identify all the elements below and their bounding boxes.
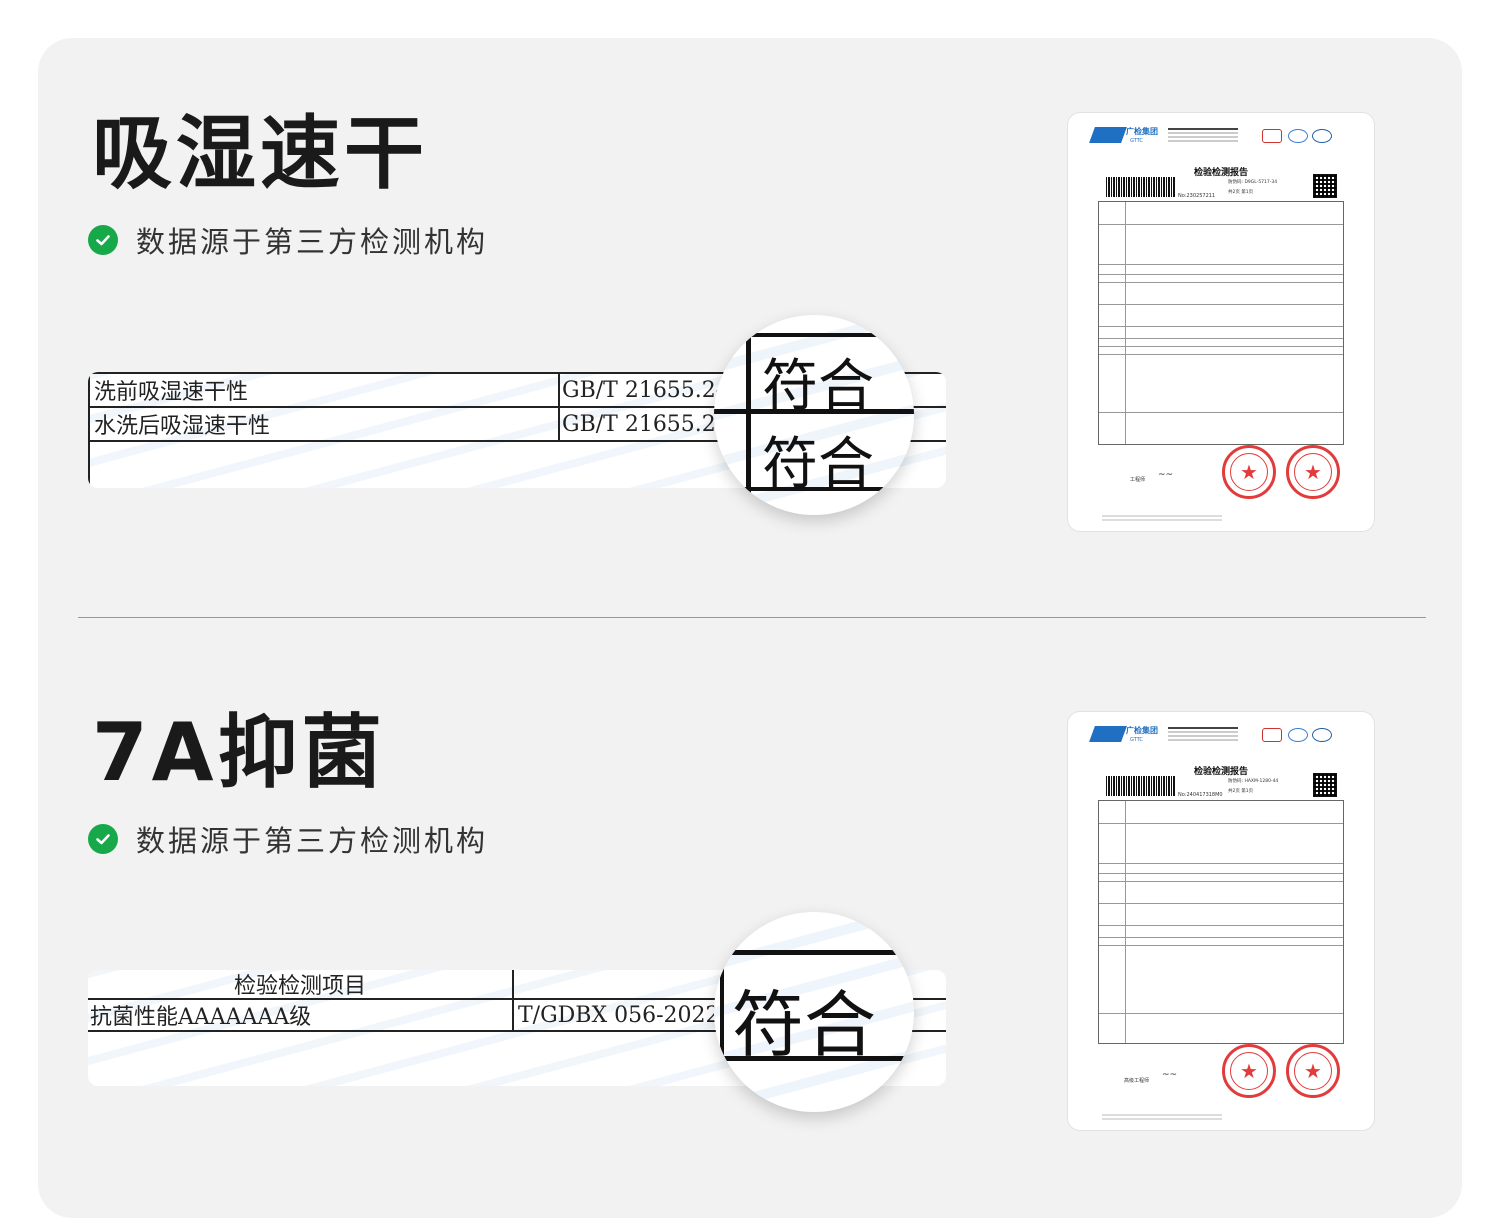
ilac-badge-icon: [1288, 129, 1308, 143]
gttc-logo-icon: [1089, 127, 1127, 143]
cert-number: No:230257211: [1178, 193, 1216, 199]
test-item: 洗前吸湿速干性: [94, 380, 249, 405]
signature: ~~: [1162, 1070, 1178, 1080]
cert-page: 共2页 第1页: [1228, 789, 1254, 794]
section-divider: [78, 617, 1426, 618]
barcode-icon: [1106, 776, 1176, 796]
result-text: 符合: [762, 432, 874, 497]
test-item: 水洗后吸湿速干性: [94, 414, 271, 439]
cert-anti-fake: 防伪码: D9GL-5717-34: [1228, 180, 1278, 185]
barcode-icon: [1106, 177, 1176, 197]
magnified-result: 符合 符合: [714, 315, 914, 515]
cert-org-lines: [1168, 128, 1238, 130]
header-item: 检验检测项目: [233, 974, 366, 998]
cert-org-lines: [1168, 727, 1238, 729]
cert-anti-fake: 防伪码: HAXM-1280-44: [1228, 779, 1279, 784]
red-star-seal-icon: ★: [1286, 445, 1340, 499]
cma-badge-icon: [1262, 728, 1282, 742]
cert-footer: [1102, 515, 1222, 517]
test-item: 抗菌性能AAAAAAA级: [90, 1005, 312, 1030]
gttc-logo-icon: [1089, 726, 1127, 742]
cert-brand-sub: GTTC: [1130, 737, 1143, 743]
ilac-badge-icon: [1288, 728, 1308, 742]
qr-code-icon: [1313, 174, 1337, 198]
cnas-badge-icon: [1312, 728, 1332, 742]
cert-brand: 广检集团: [1126, 726, 1158, 735]
cnas-badge-icon: [1312, 129, 1332, 143]
magnified-result: 符合: [714, 912, 914, 1112]
cert-page: 共2页 第1页: [1228, 190, 1254, 195]
red-star-seal-icon: ★: [1222, 445, 1276, 499]
source-note: 数据源于第三方检测机构: [88, 818, 488, 860]
test-report-thumbnail[interactable]: 广检集团 GTTC 检验检测报告 No:230257211 防伪码: D9GL-…: [1068, 113, 1374, 531]
source-text: 数据源于第三方检测机构: [136, 225, 489, 259]
signature: ~~: [1158, 470, 1174, 480]
test-report-thumbnail[interactable]: 广检集团 GTTC 检验检测报告 No:240417318M0 防伪码: HAX…: [1068, 712, 1374, 1130]
red-star-seal-icon: ★: [1286, 1044, 1340, 1098]
source-note: 数据源于第三方检测机构: [88, 219, 488, 261]
cert-brand-sub: GTTC: [1130, 138, 1143, 144]
cert-number: No:240417318M0: [1178, 792, 1223, 798]
check-circle-icon: [88, 824, 118, 854]
cert-footer: [1102, 1114, 1222, 1116]
source-text: 数据源于第三方检测机构: [136, 824, 489, 858]
cert-table: [1098, 201, 1344, 445]
signer-role: 工程师: [1130, 477, 1146, 483]
section-title: 吸湿速干: [92, 107, 428, 200]
result-text: 符合: [762, 354, 874, 419]
red-star-seal-icon: ★: [1222, 1044, 1276, 1098]
cert-brand: 广检集团: [1126, 127, 1158, 136]
cert-table: [1098, 800, 1344, 1044]
result-text: 符合: [732, 983, 877, 1067]
section-title: 7A抑菌: [92, 706, 386, 799]
cma-badge-icon: [1262, 129, 1282, 143]
check-circle-icon: [88, 225, 118, 255]
qr-code-icon: [1313, 773, 1337, 797]
signer-role: 高级工程师: [1124, 1078, 1150, 1084]
